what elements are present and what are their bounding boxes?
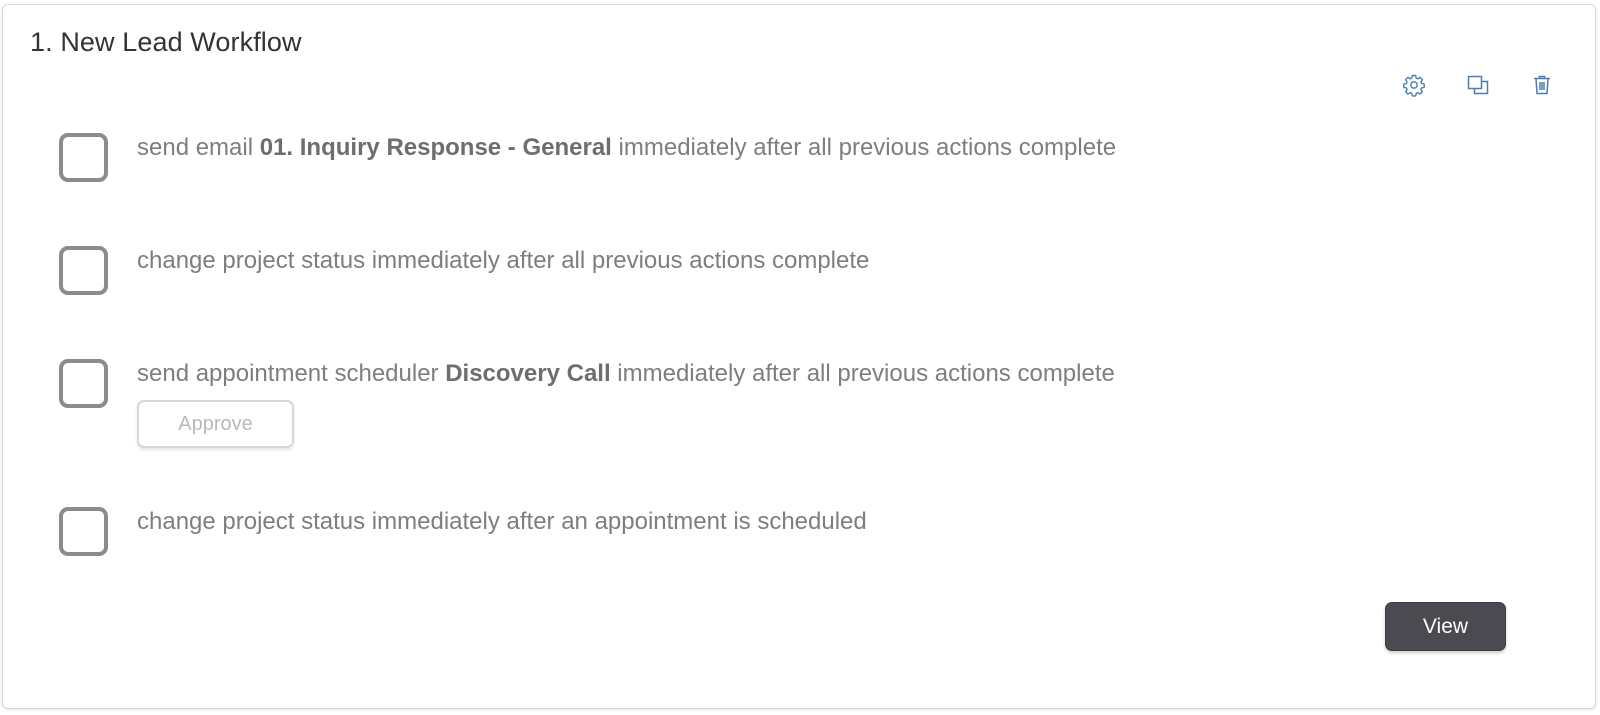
action-suffix: immediately after all previous actions c…	[611, 134, 1117, 161]
action-checkbox[interactable]	[59, 133, 108, 182]
workflow-card: 1. New Lead Workflow send email 01. Inqu…	[2, 4, 1596, 709]
action-checkbox[interactable]	[59, 359, 108, 408]
action-prefix: change project status immediately after …	[137, 508, 867, 535]
workflow-title: 1. New Lead Workflow	[30, 27, 302, 57]
action-prefix: send appointment scheduler	[137, 360, 446, 387]
action-description: change project status immediately after …	[137, 507, 867, 537]
delete-button[interactable]	[1529, 72, 1555, 98]
action-prefix: change project status immediately after …	[137, 247, 870, 274]
action-prefix: send email	[137, 134, 260, 161]
action-suffix: immediately after all previous actions c…	[610, 360, 1115, 387]
view-button[interactable]: View	[1385, 602, 1506, 651]
trash-icon	[1534, 75, 1550, 95]
action-description: send email 01. Inquiry Response - Genera…	[137, 133, 1116, 163]
approve-button[interactable]: Approve	[137, 400, 294, 448]
action-description: change project status immediately after …	[137, 246, 869, 276]
settings-button[interactable]	[1401, 72, 1427, 98]
action-checkbox[interactable]	[59, 246, 108, 295]
action-target: 01. Inquiry Response - General	[259, 134, 612, 161]
copy-icon	[1467, 75, 1489, 95]
gear-icon	[1403, 74, 1425, 97]
duplicate-button[interactable]	[1465, 72, 1491, 98]
workflow-toolbar	[1401, 72, 1555, 98]
action-target: Discovery Call	[445, 360, 611, 387]
action-description: send appointment scheduler Discovery Cal…	[137, 359, 1115, 389]
action-checkbox[interactable]	[59, 507, 108, 556]
